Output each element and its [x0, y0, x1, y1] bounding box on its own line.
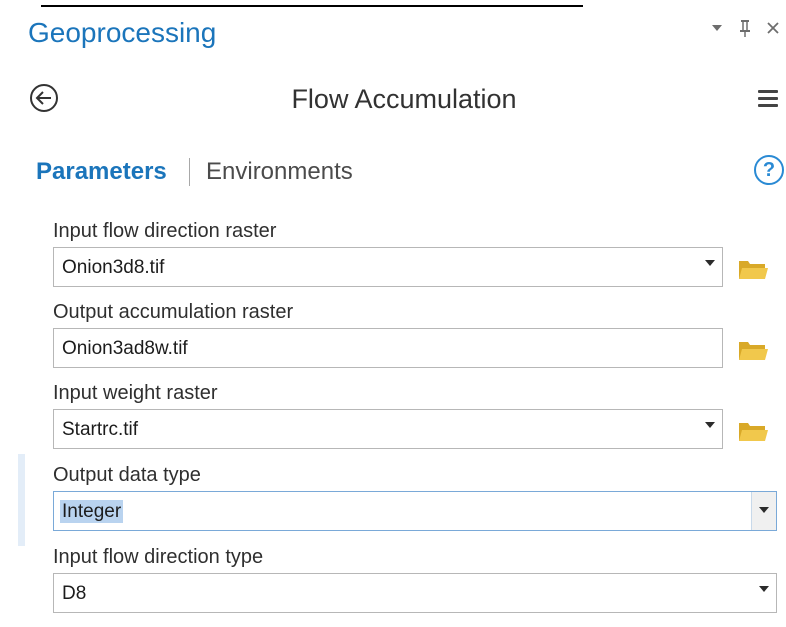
- tool-title: Flow Accumulation: [291, 84, 517, 114]
- chevron-down-icon[interactable]: [705, 260, 715, 266]
- output-data-type-select[interactable]: Integer: [53, 491, 777, 531]
- chevron-down-icon[interactable]: [759, 507, 769, 513]
- param-label: Output accumulation raster: [53, 301, 294, 323]
- param-label: Output data type: [53, 464, 201, 486]
- input-value: Startrc.tif: [62, 419, 139, 440]
- pane-controls: [708, 16, 782, 40]
- param-input-weight-raster: Input weight raster Startrc.tif: [22, 382, 786, 462]
- dropdown-button[interactable]: [751, 492, 776, 530]
- auto-hide-dropdown-icon[interactable]: [708, 16, 726, 40]
- hamburger-menu-icon[interactable]: [758, 86, 778, 112]
- input-value: Integer: [60, 500, 124, 523]
- browse-folder-icon[interactable]: [737, 337, 769, 363]
- param-label: Input weight raster: [53, 382, 218, 404]
- param-label: Input flow direction raster: [53, 220, 277, 242]
- tab-parameters[interactable]: Parameters: [36, 158, 167, 186]
- help-icon[interactable]: ?: [754, 155, 784, 185]
- browse-folder-icon[interactable]: [737, 418, 769, 444]
- chevron-down-icon[interactable]: [759, 586, 769, 592]
- input-value: D8: [62, 583, 87, 604]
- tab-separator: [189, 158, 190, 186]
- close-icon[interactable]: [764, 16, 782, 40]
- param-output-data-type: Output data type Integer: [22, 464, 786, 544]
- param-input-flow-direction-raster: Input flow direction raster Onion3d8.tif: [22, 220, 786, 300]
- geoprocessing-pane: Geoprocessing Flow Accumulation Paramete…: [18, 10, 786, 627]
- top-rule: [41, 5, 583, 7]
- browse-folder-icon[interactable]: [737, 256, 769, 282]
- tool-header: Flow Accumulation: [22, 78, 786, 122]
- param-input-flow-direction-type: Input flow direction type D8: [22, 546, 786, 626]
- output-accumulation-raster-field[interactable]: Onion3ad8w.tif: [53, 328, 723, 368]
- param-output-accumulation-raster: Output accumulation raster Onion3ad8w.ti…: [22, 301, 786, 381]
- input-value: Onion3d8.tif: [62, 257, 165, 278]
- input-value: Onion3ad8w.tif: [62, 338, 188, 359]
- pin-icon[interactable]: [736, 16, 754, 40]
- pane-header: Geoprocessing: [22, 10, 786, 58]
- chevron-down-icon[interactable]: [705, 422, 715, 428]
- selected-text: Integer: [60, 500, 124, 523]
- input-flow-direction-raster-select[interactable]: Onion3d8.tif: [53, 247, 723, 287]
- pane-title: Geoprocessing: [28, 17, 217, 48]
- input-flow-direction-type-select[interactable]: D8: [53, 573, 777, 613]
- tab-environments[interactable]: Environments: [206, 158, 353, 186]
- input-weight-raster-select[interactable]: Startrc.tif: [53, 409, 723, 449]
- tabs-row: Parameters Environments ?: [22, 153, 786, 193]
- param-label: Input flow direction type: [53, 546, 264, 568]
